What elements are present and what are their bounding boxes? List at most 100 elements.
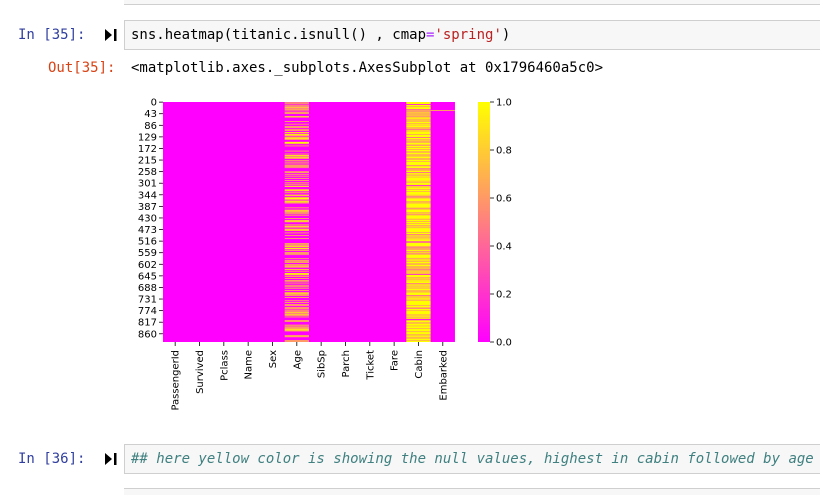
null-stripe-age-68 xyxy=(284,209,309,211)
null-stripe-age-112 xyxy=(284,278,309,279)
row-tick-label: 0 xyxy=(151,98,157,109)
null-stripe-age-104 xyxy=(284,266,309,268)
column-tick-labels: PassengerId Survived Pclass Name Sex Age SibSp… xyxy=(171,342,449,411)
null-stripe-age-151 xyxy=(284,340,309,341)
null-stripe-cabin-116 xyxy=(406,272,431,274)
null-stripe-age-105 xyxy=(284,269,309,271)
null-stripe-cabin-49 xyxy=(406,170,431,173)
null-stripe-cabin-120 xyxy=(406,278,431,280)
null-stripe-cabin-137 xyxy=(406,300,431,306)
null-stripe-age-131 xyxy=(284,309,309,311)
null-stripe-cabin-114 xyxy=(406,270,431,272)
null-stripe-cabin-94 xyxy=(406,246,431,247)
null-stripe-age-98 xyxy=(284,260,309,261)
null-stripe-age-78 xyxy=(284,224,309,226)
null-stripe-cabin-135 xyxy=(406,297,431,299)
null-stripe-age-9 xyxy=(284,113,309,114)
null-stripe-cabin-157 xyxy=(406,340,431,342)
null-stripe-cabin-30 xyxy=(406,142,431,144)
null-stripe-age-134 xyxy=(284,312,309,314)
null-stripe-age-45 xyxy=(284,173,309,175)
null-stripe-age-130 xyxy=(284,308,309,309)
null-stripe-cabin-86 xyxy=(406,235,431,236)
column-tick-label-age: Age xyxy=(292,350,303,369)
null-stripe-cabin-2 xyxy=(406,104,431,107)
null-stripe-age-94 xyxy=(284,252,309,253)
null-stripe-cabin-57 xyxy=(406,185,431,187)
null-stripe-age-42 xyxy=(284,167,309,169)
null-stripe-cabin-70 xyxy=(406,208,431,209)
null-stripe-age-15 xyxy=(284,127,309,128)
row-tick-label: 860 xyxy=(138,329,157,340)
null-stripe-cabin-9 xyxy=(406,113,431,115)
null-stripe-cabin-107 xyxy=(406,262,431,264)
null-stripe-age-55 xyxy=(284,190,309,192)
null-stripe-age-100 xyxy=(284,262,309,263)
row-tick-label: 645 xyxy=(138,271,157,282)
null-stripe-cabin-19 xyxy=(406,125,431,128)
null-stripe-age-61 xyxy=(284,198,309,200)
null-stripe-cabin-145 xyxy=(406,319,431,321)
null-stripe-cabin-106 xyxy=(406,261,431,263)
null-stripe-cabin-18 xyxy=(406,123,431,125)
null-stripe-age-71 xyxy=(284,212,309,214)
null-stripe-cabin-100 xyxy=(406,253,431,254)
null-stripe-cabin-25 xyxy=(406,134,431,138)
null-stripe-age-89 xyxy=(284,245,309,246)
null-stripe-age-132 xyxy=(284,310,309,312)
null-stripe-age-43 xyxy=(284,171,309,173)
null-stripe-age-64 xyxy=(284,201,309,202)
null-stripe-cabin-32 xyxy=(406,144,431,145)
null-stripe-cabin-60 xyxy=(406,187,431,190)
null-stripe-age-91 xyxy=(284,247,309,249)
row-tick-label: 172 xyxy=(138,144,157,155)
null-stripe-cabin-133 xyxy=(406,295,431,297)
null-stripe-cabin-13 xyxy=(406,117,431,119)
null-stripe-cabin-61 xyxy=(406,189,431,192)
null-stripe-cabin-33 xyxy=(406,145,431,146)
row-tick-label: 215 xyxy=(138,156,157,167)
null-stripe-age-136 xyxy=(284,314,309,315)
null-stripe-cabin-142 xyxy=(406,315,431,316)
null-stripe-age-86 xyxy=(284,238,309,239)
null-stripe-cabin-128 xyxy=(406,288,431,289)
row-tick-label: 473 xyxy=(138,225,157,236)
null-stripe-age-97 xyxy=(284,258,309,260)
null-stripe-cabin-119 xyxy=(406,277,431,279)
null-stripe-age-114 xyxy=(284,280,309,282)
null-stripe-cabin-65 xyxy=(406,198,431,202)
null-stripe-age-11 xyxy=(284,116,309,118)
null-stripe-age-39 xyxy=(284,163,309,165)
null-stripe-cabin-153 xyxy=(406,334,431,336)
run-cell-icon[interactable] xyxy=(104,28,118,42)
column-tick-label-embarked: Embarked xyxy=(438,350,449,401)
null-stripe-cabin-82 xyxy=(406,227,431,229)
null-stripe-cabin-98 xyxy=(406,251,431,252)
null-stripe-cabin-21 xyxy=(406,128,431,130)
null-stripe-age-60 xyxy=(284,197,309,199)
null-stripe-age-35 xyxy=(284,157,309,159)
null-stripe-age-123 xyxy=(284,295,309,297)
null-stripe-age-23 xyxy=(284,137,309,139)
null-stripe-cabin-83 xyxy=(406,228,431,233)
null-stripe-age-31 xyxy=(284,153,309,155)
null-stripe-cabin-3 xyxy=(406,106,431,108)
run-cell-icon-36[interactable] xyxy=(104,452,118,466)
null-stripe-age-133 xyxy=(284,311,309,313)
null-stripe-cabin-148 xyxy=(406,323,431,326)
null-stripe-age-44 xyxy=(284,172,309,173)
null-stripe-age-77 xyxy=(284,221,309,223)
heatmap-cells xyxy=(163,102,455,342)
null-stripe-age-1 xyxy=(284,103,309,105)
in-prompt-35: In [35]: xyxy=(18,27,86,43)
code-string: 'spring' xyxy=(434,27,502,43)
null-stripe-age-120 xyxy=(284,292,309,293)
null-stripe-cabin-71 xyxy=(406,209,431,213)
row-tick-label: 731 xyxy=(138,295,157,306)
null-stripe-cabin-87 xyxy=(406,236,431,237)
null-stripe-cabin-80 xyxy=(406,225,431,226)
null-stripe-age-96 xyxy=(284,254,309,256)
null-stripe-cabin-48 xyxy=(406,169,431,171)
null-stripe-cabin-101 xyxy=(406,254,431,255)
null-stripe-cabin-46 xyxy=(406,166,431,169)
